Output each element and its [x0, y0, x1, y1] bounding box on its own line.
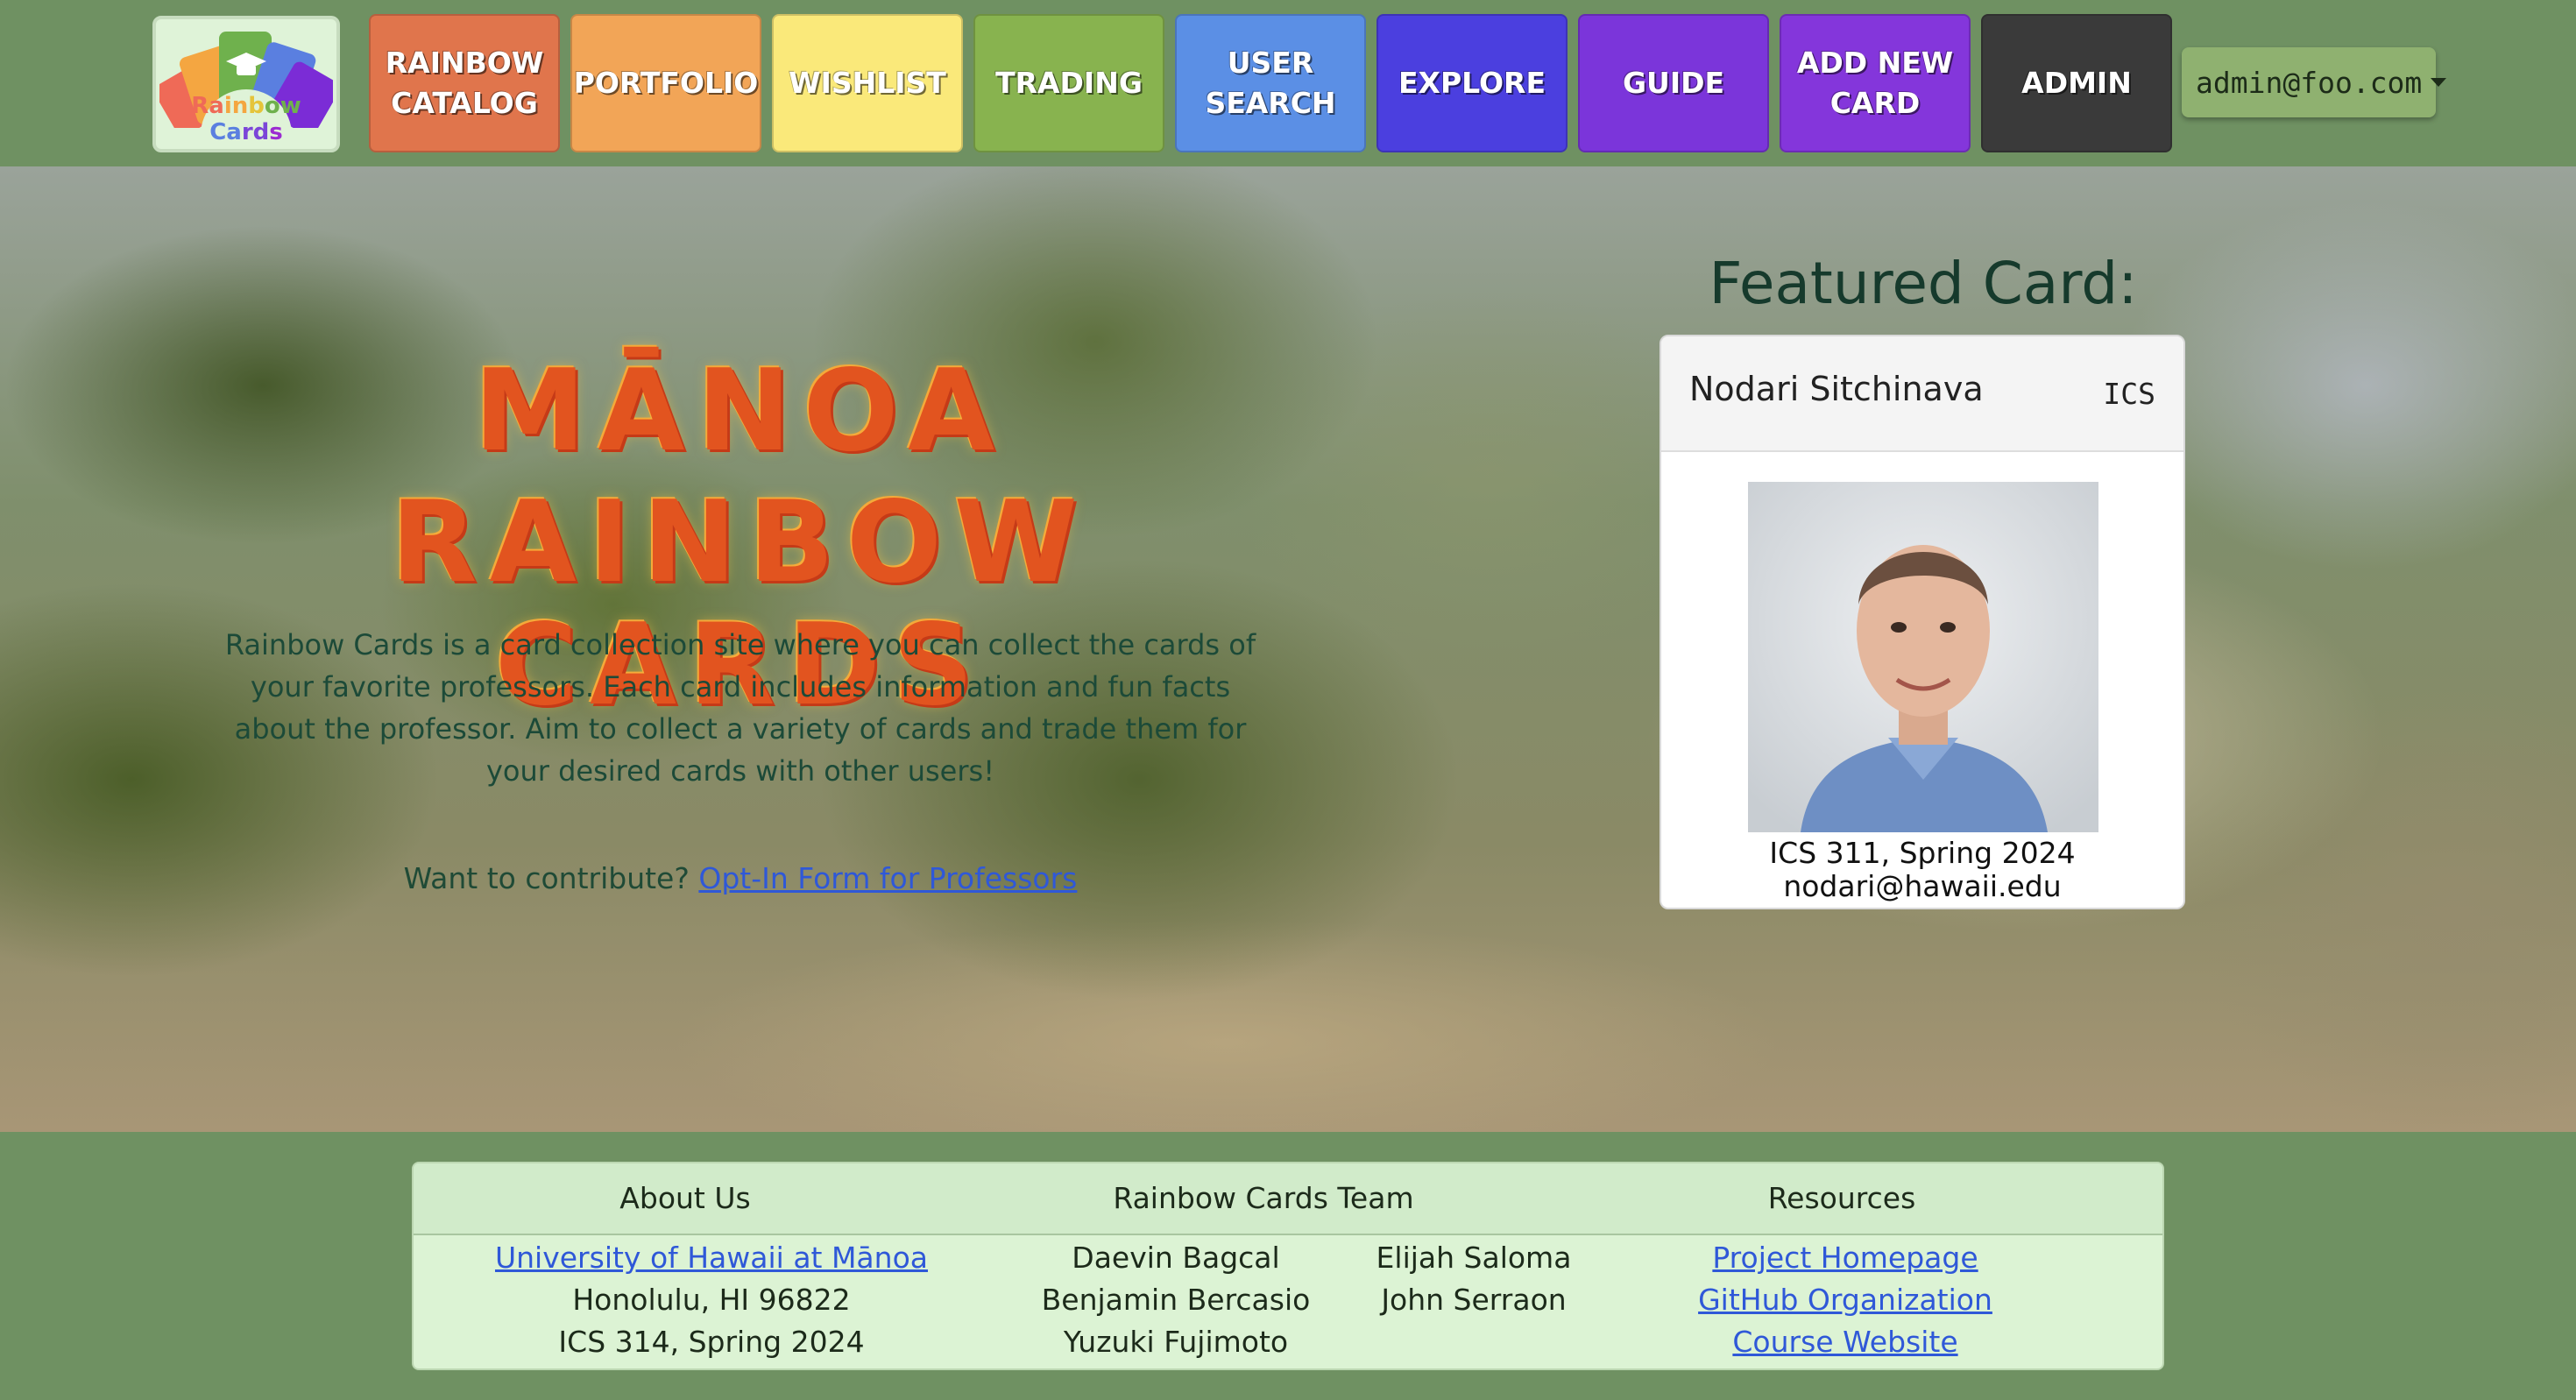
user-menu-dropdown[interactable]: admin@foo.com	[2182, 47, 2447, 117]
github-organization-link[interactable]: GitHub Organization	[1661, 1283, 2029, 1317]
chevron-down-icon	[2431, 78, 2447, 87]
team-member: Benjamin Bercasio	[1041, 1283, 1311, 1317]
card-course: ICS 311, Spring 2024	[1769, 836, 2076, 870]
professor-photo	[1748, 482, 2098, 832]
nav-admin-button[interactable]: ADMIN	[1981, 14, 2172, 152]
project-homepage-link[interactable]: Project Homepage	[1661, 1241, 2029, 1275]
logo-text-part: Ra	[191, 93, 224, 119]
course-website-link[interactable]: Course Website	[1661, 1325, 2029, 1359]
card-email: nodari@hawaii.edu	[1783, 869, 2062, 903]
logo-text-part: in	[223, 93, 249, 119]
opt-in-form-link[interactable]: Opt-In Form for Professors	[698, 861, 1077, 895]
nav-add-new-card-button[interactable]: ADD NEW CARD	[1780, 14, 1971, 152]
footer-address: Honolulu, HI 96822	[572, 1283, 851, 1317]
nav-user-search-button[interactable]: USER SEARCH	[1175, 14, 1366, 152]
team-member: Yuzuki Fujimoto	[1063, 1325, 1289, 1359]
logo-text-part: Ca	[209, 119, 242, 145]
nav-guide-button[interactable]: GUIDE	[1578, 14, 1769, 152]
nav-explore-button[interactable]: EXPLORE	[1376, 14, 1568, 152]
contribute-line: Want to contribute? Opt-In Form for Prof…	[219, 861, 1262, 895]
featured-card-title: Featured Card:	[1709, 250, 2138, 317]
footer-header-row: About Us Rainbow Cards Team Resources	[414, 1163, 2162, 1235]
nav-rainbow-catalog-button[interactable]: RAINBOW CATALOG	[369, 14, 560, 152]
featured-card[interactable]: Nodari Sitchinava ICS ICS 311, Spring 20…	[1660, 335, 2185, 909]
hero-section: MĀNOA RAINBOW CARDS Rainbow Cards is a c…	[0, 166, 2576, 1132]
nav-wishlist-button[interactable]: WISHLIST	[772, 14, 963, 152]
logo[interactable]: Rainbow Cards	[152, 16, 340, 152]
logo-text-part: ow	[264, 93, 301, 119]
user-email: admin@foo.com	[2196, 65, 2423, 100]
nav-portfolio-button[interactable]: PORTFOLIO	[570, 14, 761, 152]
footer-heading-resources: Resources	[1767, 1181, 1916, 1215]
footer-heading-team: Rainbow Cards Team	[1113, 1181, 1414, 1215]
uh-manoa-link[interactable]: University of Hawaii at Mānoa	[466, 1241, 957, 1275]
nav-trading-button[interactable]: TRADING	[973, 14, 1164, 152]
logo-text-part: b	[248, 93, 265, 119]
team-member: Daevin Bagcal	[1072, 1241, 1280, 1275]
team-member: Elijah Saloma	[1376, 1241, 1572, 1275]
card-professor-name: Nodari Sitchinava	[1689, 370, 1984, 408]
footer: About Us Rainbow Cards Team Resources Un…	[0, 1132, 2576, 1400]
footer-heading-about: About Us	[619, 1181, 751, 1215]
hero-description: Rainbow Cards is a card collection site …	[224, 628, 1256, 788]
team-member: John Serraon	[1381, 1283, 1567, 1317]
navbar: Rainbow Cards RAINBOW CATALOG PORTFOLIO WI…	[0, 0, 2576, 166]
card-header: Nodari Sitchinava ICS	[1661, 336, 2183, 452]
hero-title-line1: MĀNOA	[474, 346, 1007, 477]
card-department: ICS	[2103, 377, 2155, 411]
footer-course: ICS 314, Spring 2024	[558, 1325, 865, 1359]
contribute-text: Want to contribute?	[403, 861, 690, 895]
logo-text-part: rd	[241, 119, 270, 145]
logo-text: Rainbow Cards	[156, 93, 336, 145]
logo-text-part: s	[269, 119, 283, 145]
footer-panel: About Us Rainbow Cards Team Resources Un…	[412, 1162, 2164, 1370]
